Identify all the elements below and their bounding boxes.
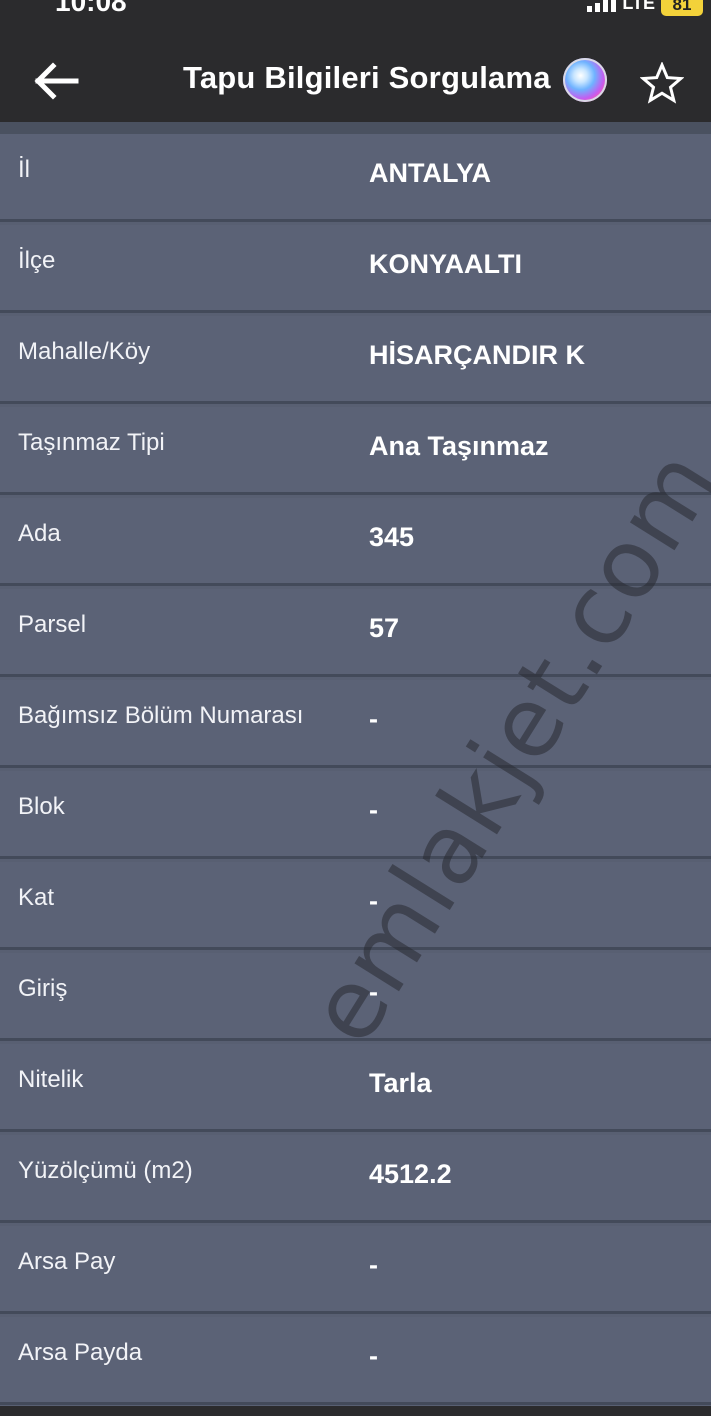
row-yuzolcumu: Yüzölçümü (m2) 4512.2 [0, 1135, 711, 1223]
row-label: Ada [18, 520, 61, 547]
status-indicators: LTE 81 [587, 0, 703, 16]
row-label: Bağımsız Bölüm Numarası [18, 702, 304, 729]
row-arsa-payda: Arsa Payda - [0, 1317, 711, 1405]
row-il: İl ANTALYA [0, 134, 711, 222]
star-outline-icon[interactable] [640, 62, 684, 104]
signal-icon [587, 0, 617, 12]
row-value: - [369, 704, 378, 734]
arrow-left-icon[interactable] [33, 62, 79, 100]
row-ada: Ada 345 [0, 498, 711, 586]
network-type: LTE [622, 0, 655, 13]
row-value: Tarla [369, 1068, 432, 1098]
battery-icon: 81 [661, 0, 703, 16]
row-arsa-pay: Arsa Pay - [0, 1226, 711, 1314]
row-ilce: İlçe KONYAALTI [0, 225, 711, 313]
status-bar: 10:08 LTE 81 [0, 0, 711, 16]
row-label: Yüzölçümü (m2) [18, 1157, 193, 1184]
battery-level: 81 [672, 0, 692, 14]
bottom-bar [0, 1406, 711, 1416]
row-value: ANTALYA [369, 158, 492, 188]
row-value: - [369, 1250, 378, 1280]
row-value: KONYAALTI [369, 249, 523, 279]
row-blok: Blok - [0, 771, 711, 859]
row-bagimsiz-bolum: Bağımsız Bölüm Numarası - [0, 680, 711, 768]
row-tasinmaz-tipi: Taşınmaz Tipi Ana Taşınmaz [0, 407, 711, 495]
status-time: 10:08 [55, 0, 127, 16]
row-label: İl [18, 156, 30, 183]
app-bar: Tapu Bilgileri Sorgulama [0, 16, 711, 122]
row-giris: Giriş - [0, 953, 711, 1041]
row-kat: Kat - [0, 862, 711, 950]
row-value: Ana Taşınmaz [369, 431, 549, 461]
row-label: Kat [18, 884, 55, 911]
row-value: 57 [369, 613, 400, 643]
row-label: Blok [18, 793, 65, 820]
row-mahalle-koy: Mahalle/Köy HİSARÇANDIR K [0, 316, 711, 404]
row-value: HİSARÇANDIR K [369, 340, 585, 370]
row-label: Parsel [18, 611, 87, 638]
row-label: Mahalle/Köy [18, 338, 151, 365]
row-parsel: Parsel 57 [0, 589, 711, 677]
row-label: İlçe [18, 247, 56, 274]
row-value: 4512.2 [369, 1159, 452, 1189]
row-value: - [369, 886, 378, 916]
row-label: Nitelik [18, 1066, 84, 1093]
row-label: Giriş [18, 975, 68, 1002]
property-info-list: İl ANTALYA İlçe KONYAALTI Mahalle/Köy Hİ… [0, 134, 711, 1416]
row-value: - [369, 977, 378, 1007]
row-value: 345 [369, 522, 415, 552]
siri-icon[interactable] [563, 58, 607, 102]
row-nitelik: Nitelik Tarla [0, 1044, 711, 1132]
row-value: - [369, 795, 378, 825]
row-label: Arsa Payda [18, 1339, 143, 1366]
page-title: Tapu Bilgileri Sorgulama [183, 60, 551, 95]
row-label: Arsa Pay [18, 1248, 116, 1275]
header-divider [0, 122, 711, 134]
row-value: - [369, 1341, 378, 1371]
row-label: Taşınmaz Tipi [18, 429, 165, 456]
